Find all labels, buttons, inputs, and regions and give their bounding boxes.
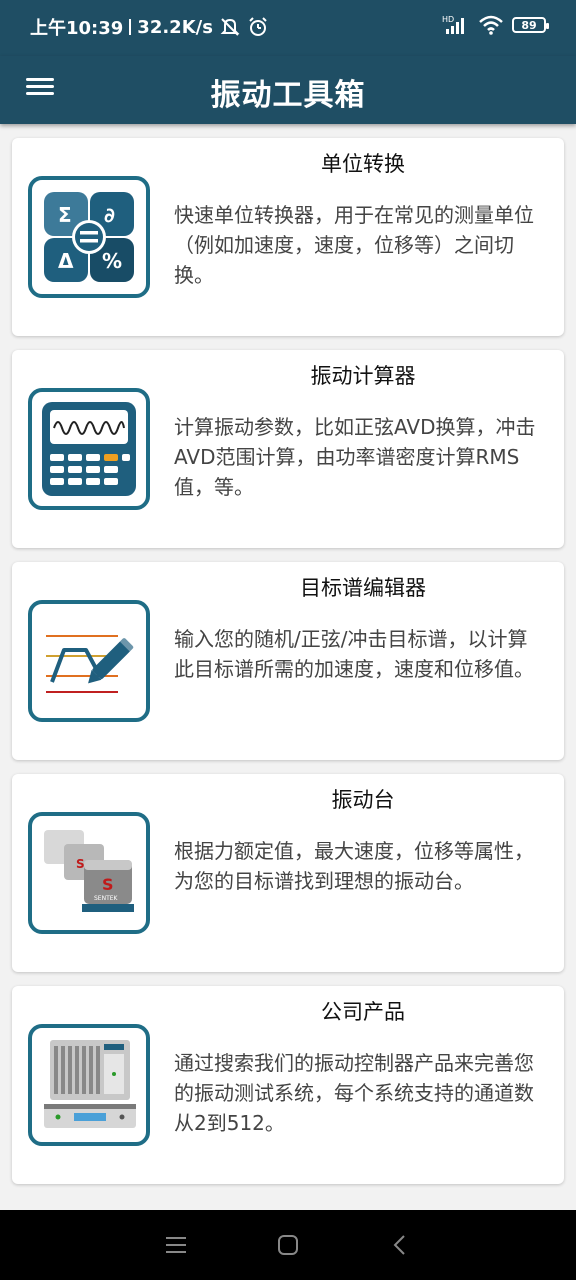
svg-text:∂: ∂	[104, 203, 115, 227]
card-title: 振动台	[331, 788, 395, 812]
controller-products-icon	[28, 1024, 150, 1146]
battery-level: 89	[521, 18, 537, 32]
svg-text:Δ: Δ	[58, 249, 74, 273]
battery-icon: 89	[512, 17, 549, 33]
card-unit-converter[interactable]: Σ ∂ Δ % 单位转换 快速单位转换器，用于在常见的测量单位（例如加速度，速度…	[12, 138, 564, 336]
home-icon[interactable]	[268, 1225, 308, 1265]
status-speed: 32.2K/s	[137, 16, 213, 38]
card-title: 单位转换	[321, 152, 405, 176]
spectrum-editor-icon	[28, 600, 150, 722]
status-right: HD 89	[442, 14, 549, 36]
status-divider	[129, 19, 132, 35]
card-title: 振动计算器	[310, 364, 416, 388]
svg-text:S: S	[76, 857, 85, 871]
recent-apps-icon[interactable]	[156, 1225, 196, 1265]
mute-icon	[220, 18, 240, 36]
card-company-products[interactable]: 公司产品 通过搜索我们的振动控制器产品来完善您的振动测试系统，每个系统支持的通道…	[12, 986, 564, 1184]
card-description: 输入您的随机/正弦/冲击目标谱，以计算此目标谱所需的加速度，速度和位移值。	[174, 627, 534, 681]
shaker-brand-text: SENTEK	[94, 895, 119, 902]
card-description: 通过搜索我们的振动控制器产品来完善您的振动测试系统，每个系统支持的通道数从2到5…	[174, 1051, 534, 1135]
status-bar: 上午10:39 32.2K/s HD 89	[0, 0, 576, 56]
svg-text:%: %	[102, 249, 122, 273]
alarm-icon	[249, 17, 267, 36]
page-title: 振动工具箱	[210, 78, 366, 113]
app-bar: 振动工具箱	[0, 56, 576, 124]
card-description: 根据力额定值，最大速度，位移等属性，为您的目标谱找到理想的振动台。	[174, 839, 534, 893]
battery-cap	[546, 23, 549, 29]
card-vibration-calculator[interactable]: 振动计算器 计算振动参数，比如正弦AVD换算，冲击AVD范围计算，由功率谱密度计…	[12, 350, 564, 548]
shaker-icon: S S SENTEK	[28, 812, 150, 934]
system-nav-bar	[0, 1210, 576, 1280]
card-description: 计算振动参数，比如正弦AVD换算，冲击AVD范围计算，由功率谱密度计算RMS值，…	[174, 415, 536, 499]
svg-text:Σ: Σ	[58, 203, 72, 227]
status-time: 上午10:39	[30, 18, 124, 39]
unit-converter-icon: Σ ∂ Δ %	[28, 176, 150, 298]
calculator-icon	[28, 388, 150, 510]
svg-text:HD: HD	[442, 15, 454, 24]
tool-list: Σ ∂ Δ % 单位转换 快速单位转换器，用于在常见的测量单位（例如加速度，速度…	[12, 138, 564, 1198]
status-left: 上午10:39 32.2K/s	[30, 14, 269, 40]
card-title: 公司产品	[321, 1000, 405, 1024]
wifi-icon	[479, 15, 503, 35]
signal-icon: HD	[442, 15, 464, 34]
card-title: 目标谱编辑器	[300, 576, 426, 600]
card-shaker[interactable]: S S SENTEK 振动台 根据力额定值，最大速度，位移等属性，为您的目标谱找…	[12, 774, 564, 972]
back-icon[interactable]	[380, 1225, 420, 1265]
card-spectrum-editor[interactable]: 目标谱编辑器 输入您的随机/正弦/冲击目标谱，以计算此目标谱所需的加速度，速度和…	[12, 562, 564, 760]
svg-text:S: S	[102, 875, 114, 894]
card-description: 快速单位转换器，用于在常见的测量单位（例如加速度，速度，位移等）之间切换。	[174, 203, 534, 287]
